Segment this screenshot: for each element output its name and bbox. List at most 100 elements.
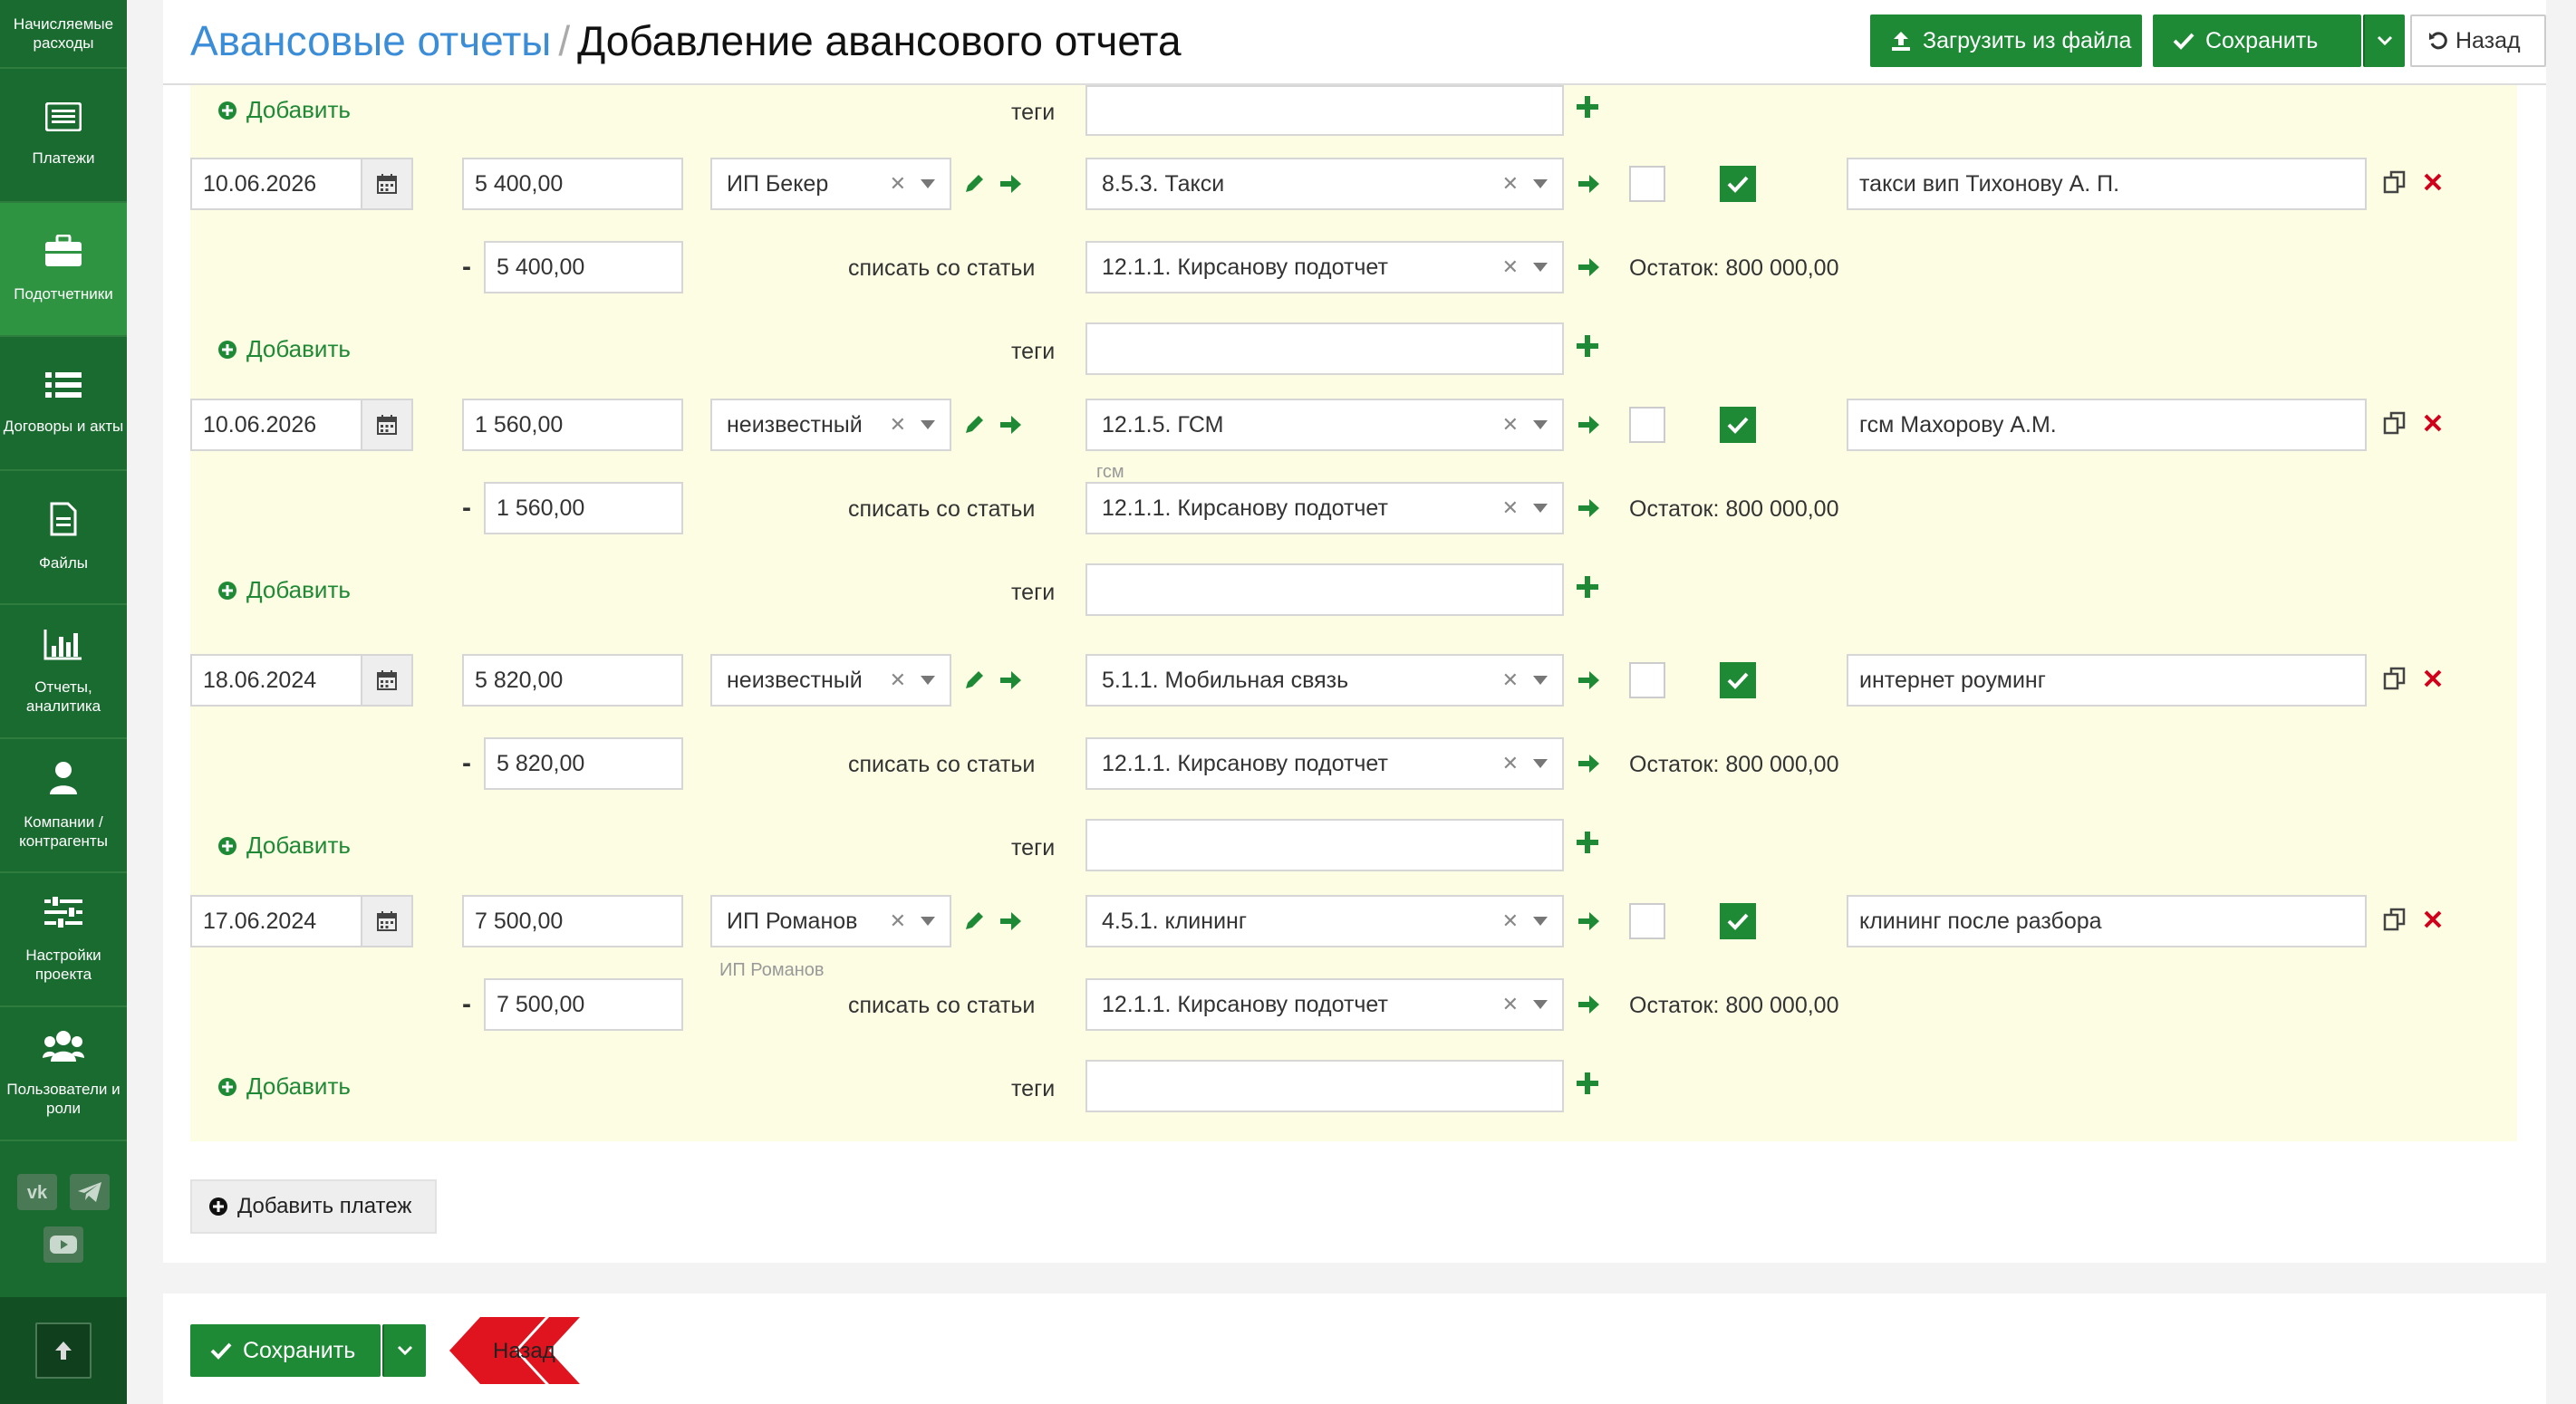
sidebar-item-settings[interactable]: Настройки проекта	[0, 873, 127, 1007]
counterparty-select[interactable]: неизвестный ✕	[710, 654, 951, 707]
youtube-icon[interactable]	[43, 1226, 83, 1263]
tags-input[interactable]	[1085, 819, 1564, 871]
pencil-icon[interactable]	[962, 668, 986, 697]
writeoff-amount-input[interactable]: 1 560,00	[484, 482, 683, 534]
pencil-icon[interactable]	[962, 172, 986, 200]
clear-icon[interactable]: ✕	[1502, 496, 1519, 520]
add-link[interactable]: Добавить	[217, 1072, 351, 1101]
footer-save-dropdown-button[interactable]	[382, 1324, 426, 1377]
add-tag-button[interactable]	[1577, 1072, 1598, 1099]
calendar-icon[interactable]	[361, 400, 411, 449]
writeoff-amount-input[interactable]: 5 820,00	[484, 737, 683, 790]
arrow-right-icon[interactable]	[1577, 752, 1600, 780]
article-select[interactable]: 4.5.1. клининг ✕	[1085, 895, 1564, 947]
calendar-icon[interactable]	[361, 159, 411, 208]
copy-icon[interactable]	[2383, 908, 2407, 936]
clear-icon[interactable]: ✕	[890, 909, 906, 933]
clear-icon[interactable]: ✕	[1502, 172, 1519, 196]
writeoff-article-select[interactable]: 12.1.1. Кирсанову подотчет ✕	[1085, 482, 1564, 534]
tags-input[interactable]	[1085, 1060, 1564, 1112]
tags-input[interactable]	[1085, 85, 1564, 136]
tags-input[interactable]	[1085, 322, 1564, 375]
clear-icon[interactable]: ✕	[1502, 909, 1519, 933]
copy-icon[interactable]	[2383, 411, 2407, 439]
clear-icon[interactable]: ✕	[1502, 752, 1519, 775]
telegram-icon[interactable]	[70, 1174, 110, 1210]
writeoff-amount-input[interactable]: 5 400,00	[484, 241, 683, 293]
arrow-right-icon[interactable]	[1577, 909, 1600, 938]
arrow-right-icon[interactable]	[1577, 172, 1600, 200]
writeoff-article-select[interactable]: 12.1.1. Кирсанову подотчет ✕	[1085, 241, 1564, 293]
clear-icon[interactable]: ✕	[1502, 668, 1519, 692]
article-select[interactable]: 8.5.3. Такси ✕	[1085, 158, 1564, 210]
date-field[interactable]: 18.06.2024	[190, 654, 413, 707]
date-field[interactable]: 17.06.2024	[190, 895, 413, 947]
clear-icon[interactable]: ✕	[890, 668, 906, 692]
sidebar-item-files[interactable]: Файлы	[0, 471, 127, 605]
copy-icon[interactable]	[2383, 170, 2407, 198]
amount-input[interactable]: 5 400,00	[462, 158, 683, 210]
writeoff-article-select[interactable]: 12.1.1. Кирсанову подотчет ✕	[1085, 737, 1564, 790]
clear-icon[interactable]: ✕	[890, 172, 906, 196]
checkbox[interactable]	[1629, 903, 1665, 939]
copy-icon[interactable]	[2383, 667, 2407, 695]
add-payment-button[interactable]: Добавить платеж	[190, 1179, 437, 1234]
clear-icon[interactable]: ✕	[1502, 255, 1519, 279]
arrow-right-icon[interactable]	[1577, 496, 1600, 524]
date-field[interactable]: 10.06.2026	[190, 399, 413, 451]
footer-back-button[interactable]: Назад	[444, 1317, 584, 1384]
sidebar-item-reports[interactable]: Отчеты, аналитика	[0, 605, 127, 739]
calendar-icon[interactable]	[361, 656, 411, 705]
delete-icon[interactable]	[2423, 413, 2443, 438]
arrow-right-icon[interactable]	[1577, 668, 1600, 697]
counterparty-select[interactable]: неизвестный ✕	[710, 399, 951, 451]
upload-from-file-button[interactable]: Загрузить из файла	[1870, 14, 2142, 67]
counterparty-select[interactable]: ИП Бекер ✕	[710, 158, 951, 210]
delete-icon[interactable]	[2423, 668, 2443, 693]
article-select[interactable]: 12.1.5. ГСМ ✕	[1085, 399, 1564, 451]
breadcrumb-parent-link[interactable]: Авансовые отчеты	[190, 17, 551, 64]
calendar-icon[interactable]	[361, 897, 411, 946]
pencil-icon[interactable]	[962, 909, 986, 938]
amount-input[interactable]: 5 820,00	[462, 654, 683, 707]
arrow-right-icon[interactable]	[999, 413, 1022, 441]
tags-input[interactable]	[1085, 563, 1564, 616]
checkbox-checked[interactable]	[1720, 662, 1756, 698]
comment-input[interactable]: клининг после разбора	[1847, 895, 2367, 947]
delete-icon[interactable]	[2423, 909, 2443, 934]
checkbox-checked[interactable]	[1720, 407, 1756, 443]
comment-input[interactable]: гсм Махорову А.М.	[1847, 399, 2367, 451]
save-dropdown-button[interactable]	[2363, 14, 2405, 67]
sidebar-item-users[interactable]: Пользователи и роли	[0, 1007, 127, 1141]
amount-input[interactable]: 7 500,00	[462, 895, 683, 947]
amount-input[interactable]: 1 560,00	[462, 399, 683, 451]
clear-icon[interactable]: ✕	[890, 413, 906, 437]
add-link[interactable]: Добавить	[217, 832, 351, 860]
comment-input[interactable]: интернет роуминг	[1847, 654, 2367, 707]
sidebar-item-contracts[interactable]: Договоры и акты	[0, 337, 127, 471]
add-tag-button[interactable]	[1577, 832, 1598, 858]
save-button[interactable]: Сохранить	[2153, 14, 2361, 67]
article-select[interactable]: 5.1.1. Мобильная связь ✕	[1085, 654, 1564, 707]
arrow-right-icon[interactable]	[1577, 413, 1600, 441]
clear-icon[interactable]: ✕	[1502, 993, 1519, 1016]
pencil-icon[interactable]	[962, 413, 986, 441]
counterparty-select[interactable]: ИП Романов ✕	[710, 895, 951, 947]
sidebar-item-companies[interactable]: Компании / контрагенты	[0, 739, 127, 873]
add-tag-button[interactable]	[1577, 576, 1598, 602]
arrow-right-icon[interactable]	[1577, 255, 1600, 284]
checkbox[interactable]	[1629, 662, 1665, 698]
writeoff-article-select[interactable]: 12.1.1. Кирсанову подотчет ✕	[1085, 978, 1564, 1031]
add-link[interactable]: Добавить	[217, 96, 351, 124]
clear-icon[interactable]: ✕	[1502, 413, 1519, 437]
vk-icon[interactable]: vk	[17, 1174, 57, 1210]
arrow-right-icon[interactable]	[999, 172, 1022, 200]
checkbox-checked[interactable]	[1720, 166, 1756, 202]
checkbox[interactable]	[1629, 166, 1665, 202]
checkbox[interactable]	[1629, 407, 1665, 443]
add-link[interactable]: Добавить	[217, 335, 351, 363]
add-tag-button[interactable]	[1577, 335, 1598, 361]
delete-icon[interactable]	[2423, 172, 2443, 197]
arrow-right-icon[interactable]	[999, 668, 1022, 697]
add-tag-button[interactable]	[1577, 96, 1598, 122]
